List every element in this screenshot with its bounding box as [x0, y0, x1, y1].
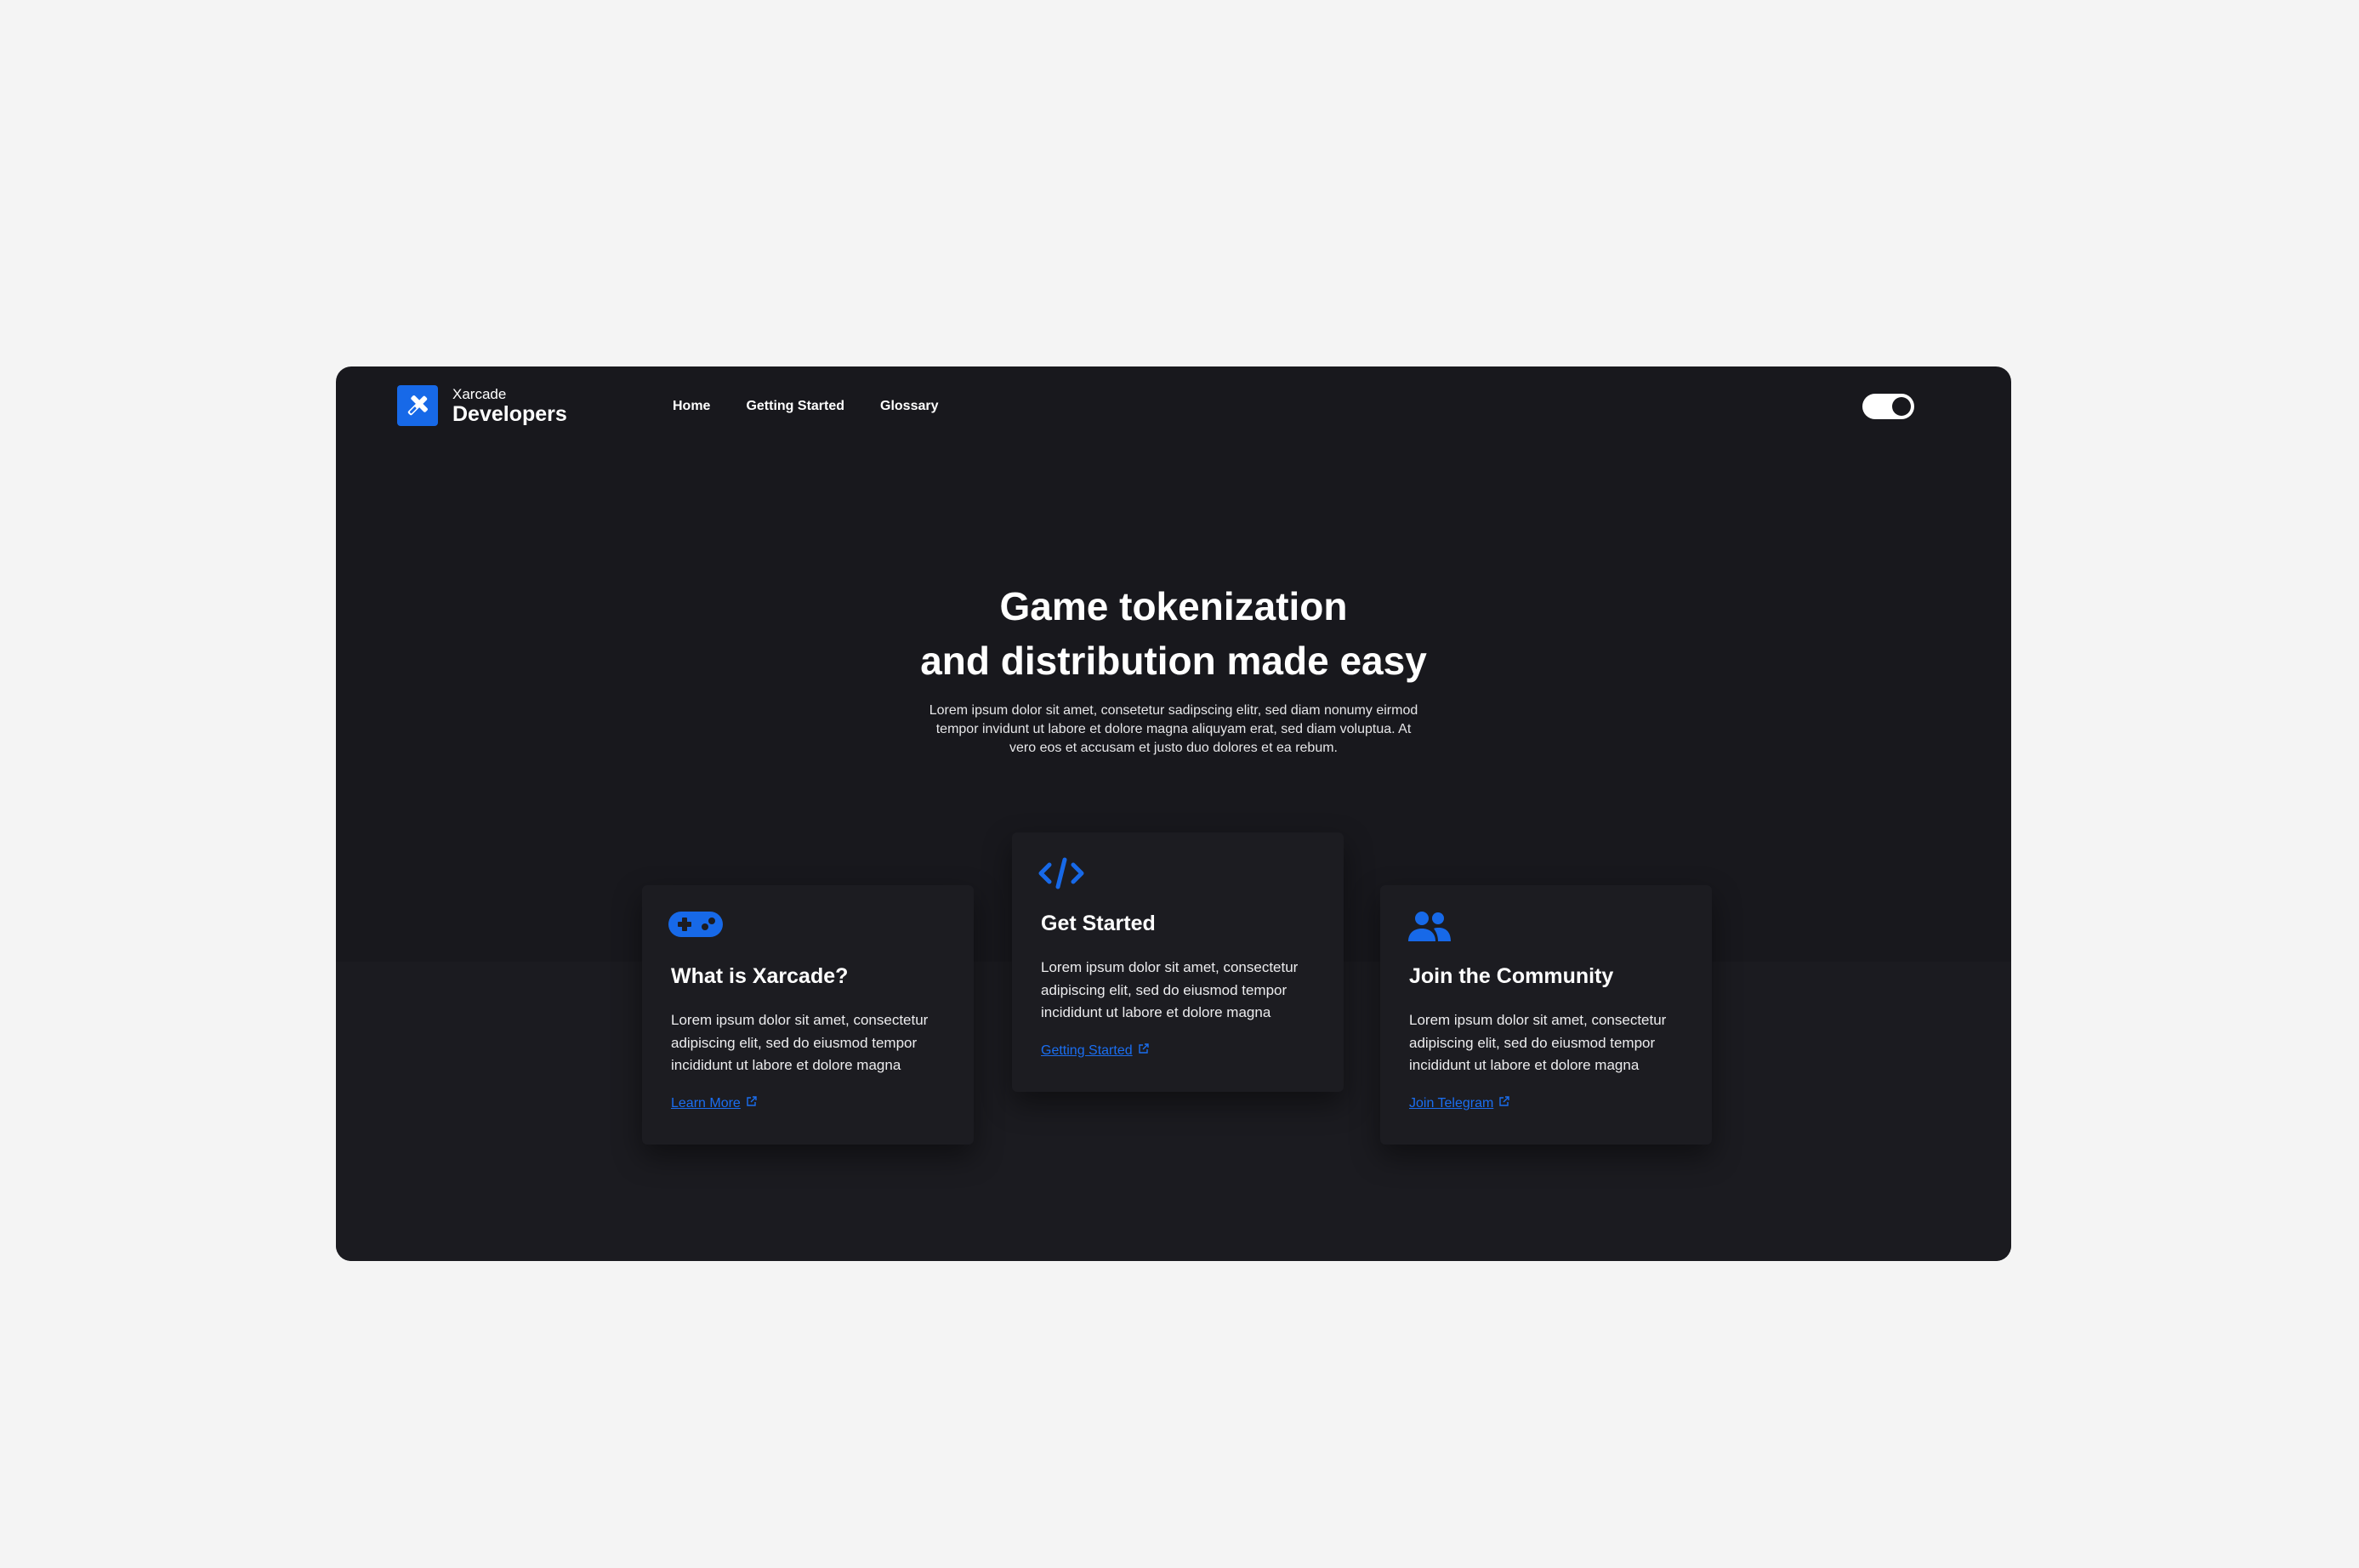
logo-product: Developers — [452, 401, 567, 426]
external-link-icon — [746, 1095, 758, 1111]
hero-title: Game tokenization and distribution made … — [336, 579, 2011, 688]
code-icon — [1037, 856, 1085, 895]
card-body: Lorem ipsum dolor sit amet, consectetur … — [1041, 959, 1299, 1020]
card-get-started: Get Started Lorem ipsum dolor sit amet, … — [1012, 832, 1344, 1092]
app-window: Xarcade Developers Home Getting Started … — [336, 366, 2011, 1261]
hero-section: Game tokenization and distribution made … — [336, 579, 2011, 758]
nav-glossary[interactable]: Glossary — [880, 399, 938, 414]
link-label: Learn More — [671, 1095, 741, 1111]
getting-started-link[interactable]: Getting Started — [1041, 1042, 1150, 1059]
card-title: What is Xarcade? — [671, 964, 849, 988]
card-body: Lorem ipsum dolor sit amet, consectetur … — [1409, 1012, 1667, 1073]
hero-description: Lorem ipsum dolor sit amet, consetetur s… — [929, 703, 1418, 755]
site-header: Xarcade Developers Home Getting Started … — [336, 366, 2011, 452]
gamepad-icon — [668, 909, 724, 944]
card-what-is-xarcade: What is Xarcade? Lorem ipsum dolor sit a… — [642, 885, 974, 1145]
logo-brand: Xarcade — [452, 385, 507, 402]
hero-title-line1: Game tokenization — [999, 584, 1348, 628]
join-telegram-link[interactable]: Join Telegram — [1409, 1095, 1510, 1111]
users-icon — [1406, 909, 1453, 947]
theme-toggle[interactable] — [1862, 394, 1914, 419]
learn-more-link[interactable]: Learn More — [671, 1095, 758, 1111]
main-nav: Home Getting Started Glossary — [673, 399, 939, 414]
nav-getting-started[interactable]: Getting Started — [746, 399, 844, 414]
toggle-knob — [1892, 397, 1911, 416]
logo[interactable]: Xarcade Developers — [397, 385, 567, 426]
link-label: Getting Started — [1041, 1042, 1133, 1058]
card-join-community: Join the Community Lorem ipsum dolor sit… — [1380, 885, 1712, 1145]
card-title: Join the Community — [1409, 964, 1614, 988]
external-link-icon — [1138, 1042, 1150, 1059]
card-title: Get Started — [1041, 912, 1156, 935]
logo-text: Xarcade Developers — [452, 387, 567, 425]
nav-home[interactable]: Home — [673, 399, 710, 414]
card-body: Lorem ipsum dolor sit amet, consectetur … — [671, 1012, 929, 1073]
external-link-icon — [1498, 1095, 1510, 1111]
hero-title-line2: and distribution made easy — [920, 639, 1427, 683]
link-label: Join Telegram — [1409, 1095, 1494, 1111]
logo-mark-icon — [397, 385, 438, 426]
